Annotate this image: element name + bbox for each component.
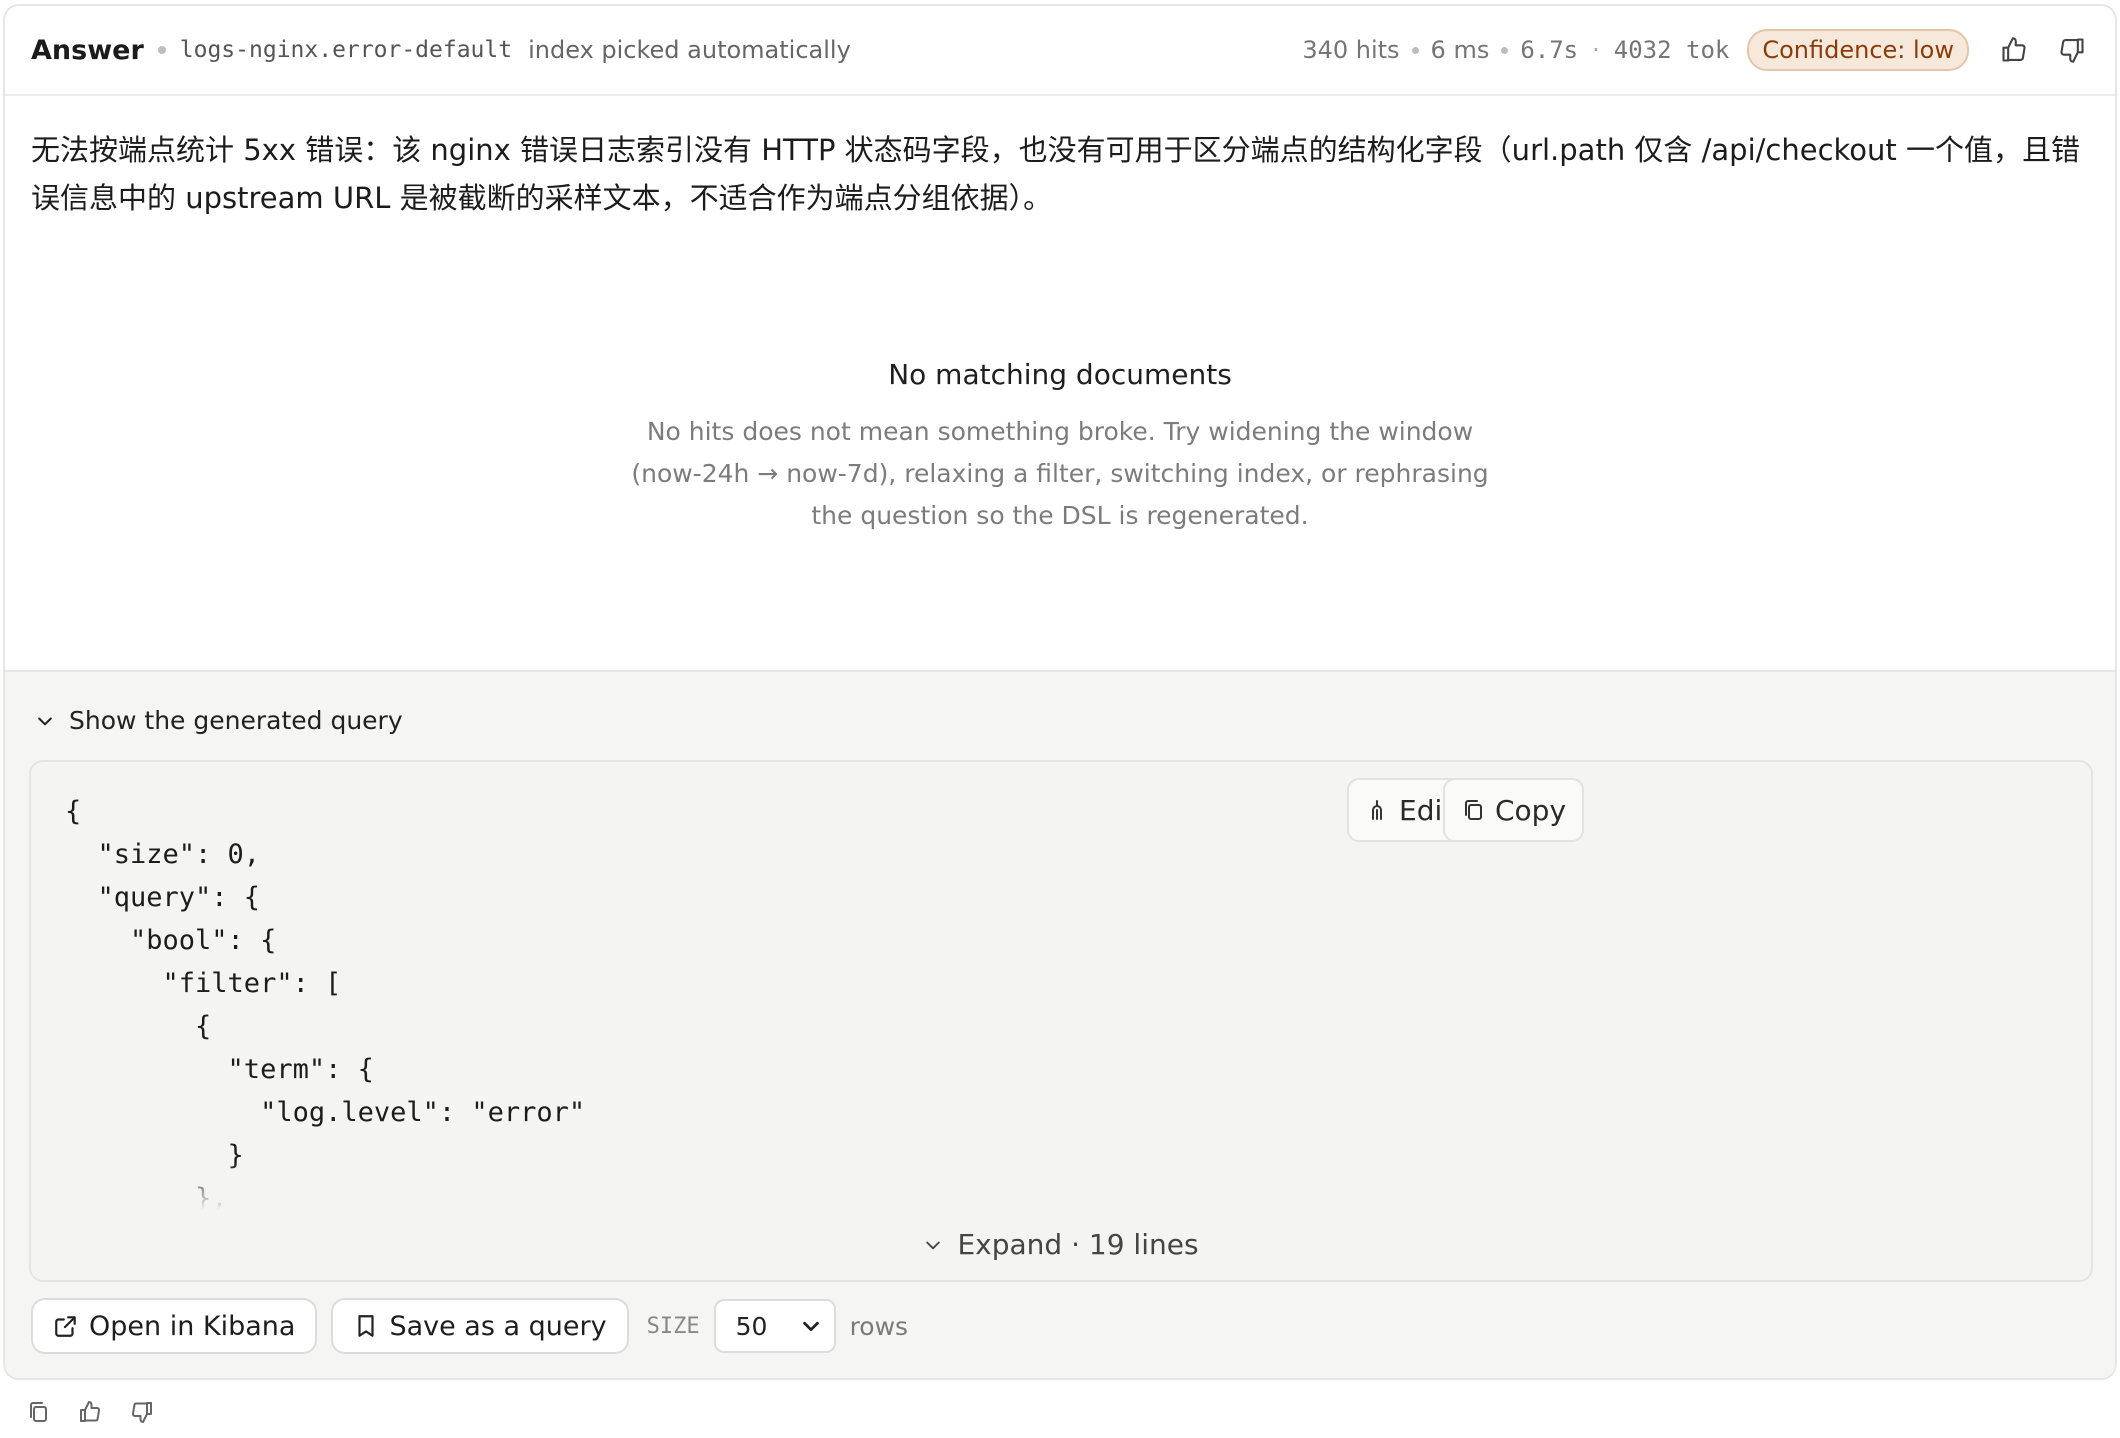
answer-text: 无法按端点统计 5xx 错误：该 nginx 错误日志索引没有 HTTP 状态码… [31,133,2080,215]
open-in-kibana-button[interactable]: Open in Kibana [31,1298,318,1354]
thumbs-down-icon[interactable] [2055,33,2089,67]
thumbs-up-icon[interactable] [1997,33,2031,67]
confidence-badge: Confidence: low [1747,29,1969,71]
empty-state: No matching documents No hits does not m… [5,358,2115,537]
show-query-toggle[interactable]: Show the generated query [35,706,403,735]
expand-label: Expand · 19 lines [957,1228,1199,1261]
external-link-icon [55,1316,76,1337]
copy-icon [1465,800,1482,820]
index-note: index picked automatically [528,36,851,64]
size-label: SIZE [646,1313,700,1339]
hits-count: 340 hits [1302,36,1400,64]
token-count: 4032 tok [1613,36,1730,64]
open-in-kibana-label: Open in Kibana [89,1310,296,1342]
empty-state-title: No matching documents [888,358,1232,391]
empty-state-description: No hits does not mean something broke. T… [631,417,1489,530]
chevron-down-icon [38,717,52,725]
action-bar: Open in Kibana Save as a query SIZE 50 r… [31,1298,908,1354]
separator-dot [157,46,166,54]
query-section: Show the generated query { "size": 0, "q… [5,670,2115,1378]
duration: 6.7s [1520,36,1579,64]
query-stats: 340 hits 6 ms 6.7s · 4032 tok [1302,36,1730,64]
bookmark-icon [358,1315,375,1337]
query-code: { "size": 0, "query": { "bool": { "filte… [65,796,586,1214]
size-value: 50 [735,1311,768,1341]
copy-icon[interactable] [26,1400,54,1428]
chevron-down-icon [802,1321,819,1332]
show-query-label: Show the generated query [69,706,403,735]
answer-title: Answer [31,34,144,66]
expand-button[interactable]: Expand · 19 lines [31,1228,2091,1261]
size-select[interactable]: 50 [713,1299,836,1353]
chevron-down-icon [926,1241,941,1249]
edit-icon [1372,800,1382,820]
index-name: logs-nginx.error-default [179,37,513,63]
thumbs-down-icon[interactable] [130,1400,158,1428]
copy-button[interactable]: Copy [1443,778,1585,842]
save-as-query-button[interactable]: Save as a query [331,1298,629,1354]
query-code-block: { "size": 0, "query": { "bool": { "filte… [29,760,2093,1282]
thumbs-up-icon[interactable] [78,1400,106,1428]
save-as-query-label: Save as a query [389,1310,607,1342]
latency: 6 ms [1430,36,1490,64]
message-footer [26,1400,158,1428]
copy-label: Copy [1495,793,1567,827]
answer-card: Answer logs-nginx.error-default index pi… [3,4,2117,1380]
rows-label: rows [849,1311,909,1341]
answer-header: Answer logs-nginx.error-default index pi… [5,6,2115,96]
